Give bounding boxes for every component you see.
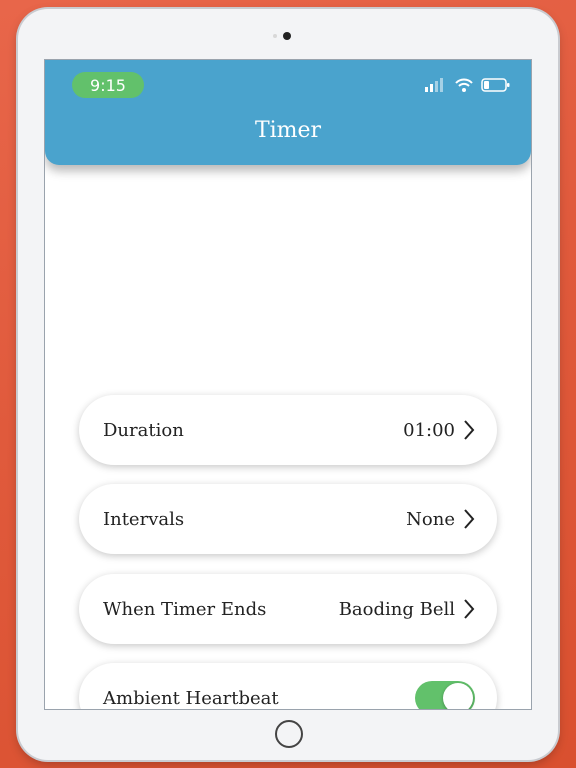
battery-icon xyxy=(481,78,510,92)
when-timer-ends-value: Baoding Bell xyxy=(338,598,455,620)
intervals-value: None xyxy=(406,508,455,530)
sensor-dot xyxy=(273,34,277,38)
when-timer-ends-label: When Timer Ends xyxy=(103,598,267,620)
when-timer-ends-row[interactable]: When Timer Ends Baoding Bell xyxy=(79,574,497,644)
chevron-right-icon xyxy=(464,509,475,529)
status-icons xyxy=(425,78,511,92)
home-button[interactable] xyxy=(275,720,303,748)
front-camera xyxy=(283,32,291,40)
signal-icon xyxy=(425,78,443,92)
ambient-heartbeat-row: Ambient Heartbeat xyxy=(79,663,497,709)
intervals-row[interactable]: Intervals None xyxy=(79,484,497,554)
toggle-knob xyxy=(443,683,473,709)
app-screen: 9:15 Timer Duration 01:00 Intervals None… xyxy=(44,59,532,710)
duration-label: Duration xyxy=(103,419,184,441)
ambient-heartbeat-toggle[interactable] xyxy=(415,681,475,709)
status-time: 9:15 xyxy=(72,72,144,98)
duration-value: 01:00 xyxy=(403,419,455,441)
ambient-heartbeat-label: Ambient Heartbeat xyxy=(103,687,279,709)
intervals-label: Intervals xyxy=(103,508,185,530)
app-header: 9:15 Timer xyxy=(45,60,531,165)
page-title: Timer xyxy=(254,118,322,143)
chevron-right-icon xyxy=(464,599,475,619)
chevron-right-icon xyxy=(464,420,475,440)
wifi-icon xyxy=(455,78,473,92)
duration-row[interactable]: Duration 01:00 xyxy=(79,395,497,465)
